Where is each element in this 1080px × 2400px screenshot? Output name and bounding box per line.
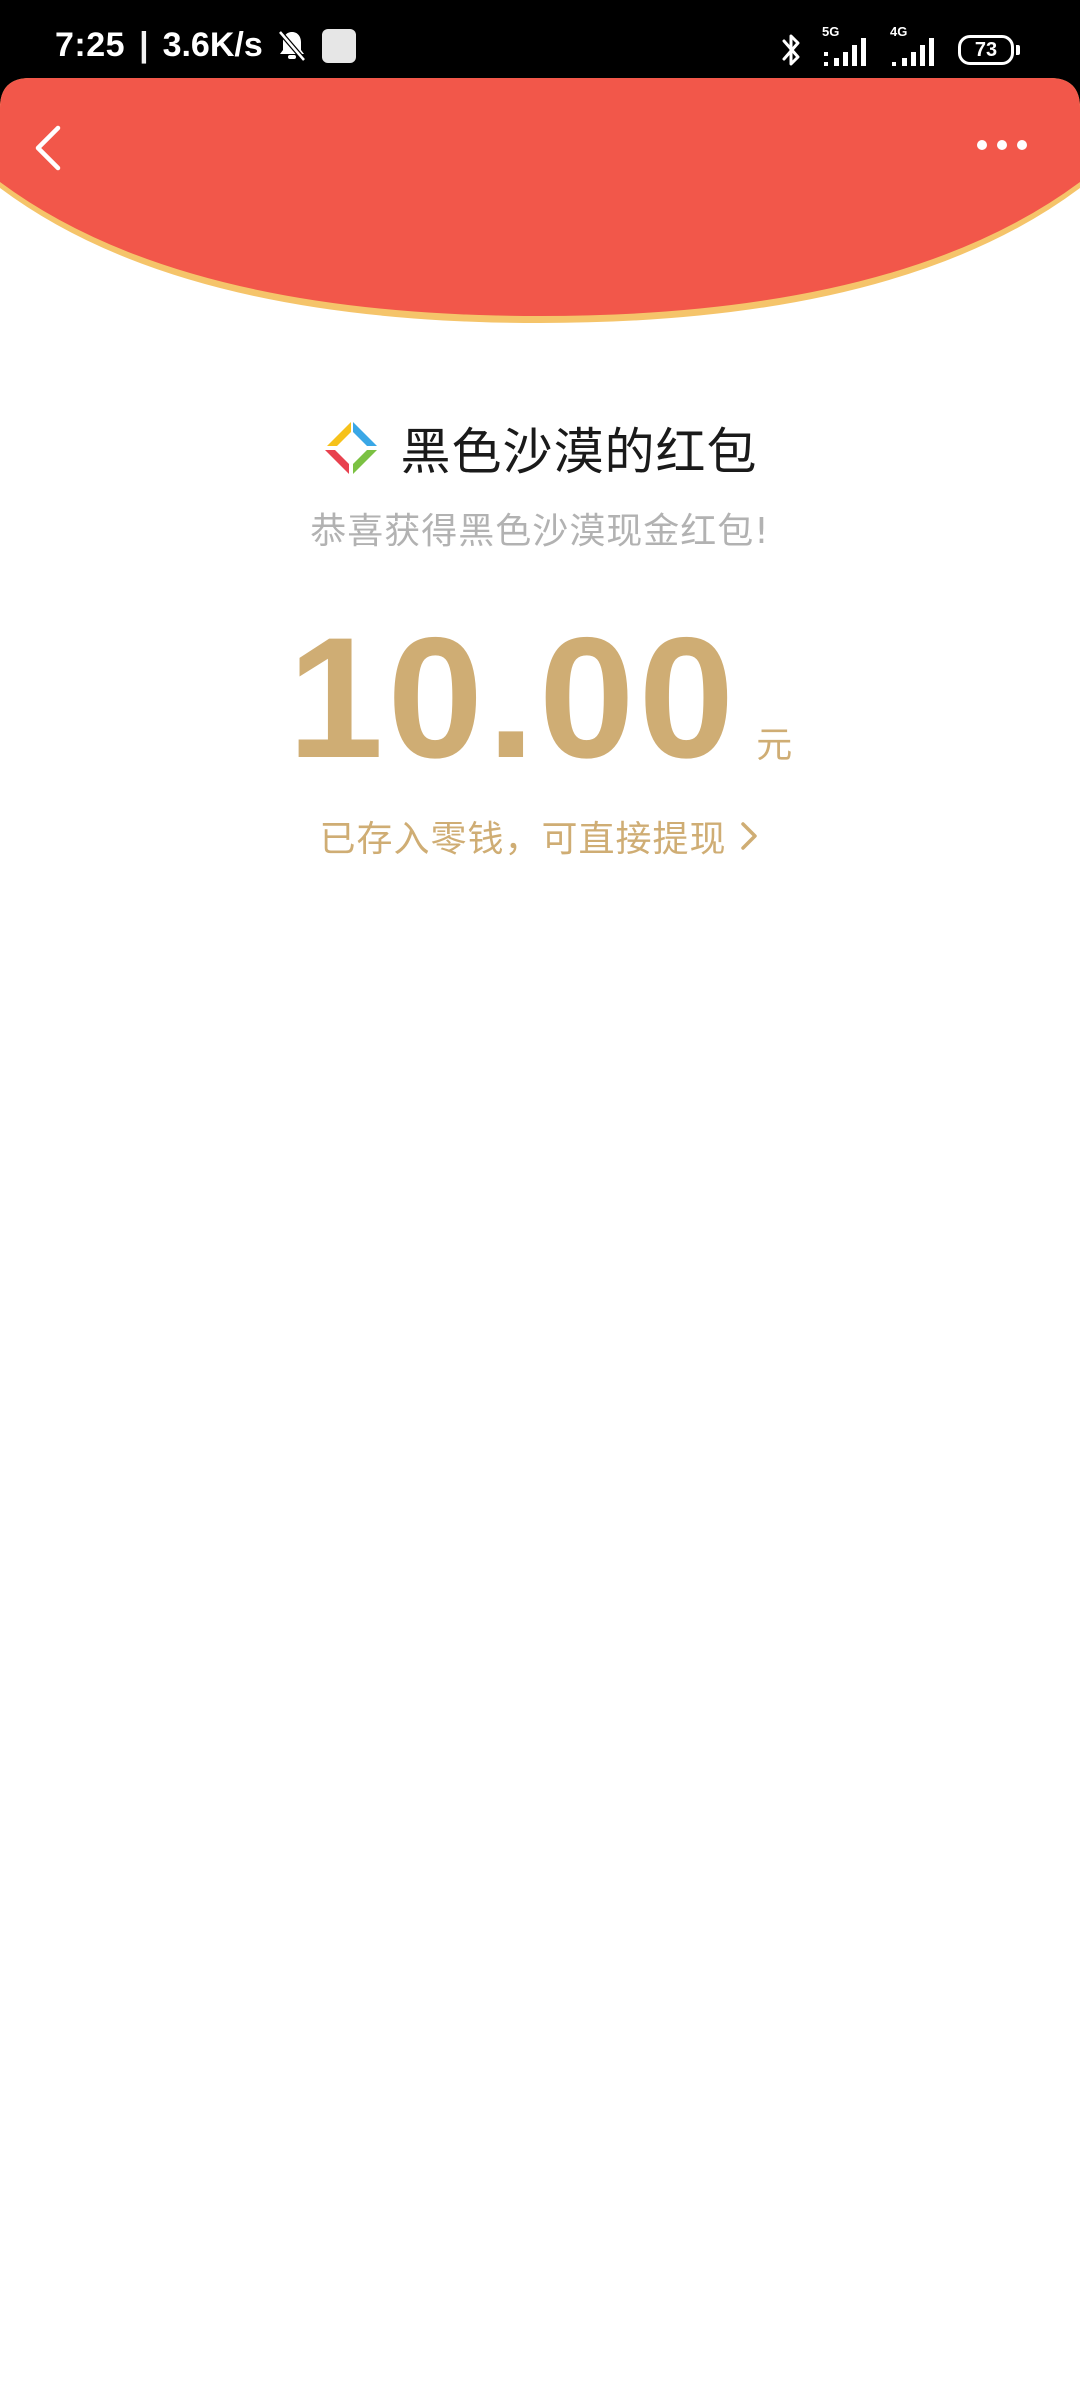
- more-button[interactable]: [974, 130, 1030, 160]
- amount-value: 10.00: [287, 602, 739, 794]
- packet-title: 黑色沙漠的红包: [400, 423, 758, 481]
- battery-tip: [1016, 45, 1020, 55]
- more-dots-icon: [977, 140, 1027, 150]
- wallet-withdraw-link[interactable]: 已存入零钱，可直接提现: [0, 810, 1080, 862]
- status-separator: |: [139, 26, 149, 64]
- bluetooth-icon: [778, 31, 804, 69]
- amount-row: 10.00 元: [0, 602, 1080, 794]
- mute-bell-icon: [277, 29, 307, 63]
- notification-square-icon: [321, 28, 357, 64]
- status-left: 7:25 | 3.6K/s: [55, 26, 357, 65]
- status-right: 5G 4G 73: [778, 24, 1020, 70]
- packet-subtitle: 恭喜获得黑色沙漠现金红包!: [310, 511, 770, 552]
- chevron-left-icon: [35, 125, 61, 171]
- red-packet-header: [0, 78, 1080, 323]
- back-button[interactable]: [28, 118, 68, 178]
- network-speed: 3.6K/s: [162, 26, 263, 64]
- packet-title-row: 黑色沙漠的红包: [0, 412, 1080, 484]
- signal-5g-icon: 5G: [822, 24, 872, 70]
- status-time: 7:25: [55, 26, 126, 64]
- wallet-note: 已存入零钱，可直接提现: [319, 819, 727, 860]
- signal-4g-icon: 4G: [890, 24, 940, 70]
- battery-icon: 73: [958, 35, 1020, 65]
- game-logo-icon: [324, 422, 377, 474]
- battery-level: 73: [974, 38, 998, 61]
- chevron-right-icon: [740, 822, 757, 850]
- amount-unit: 元: [756, 725, 793, 766]
